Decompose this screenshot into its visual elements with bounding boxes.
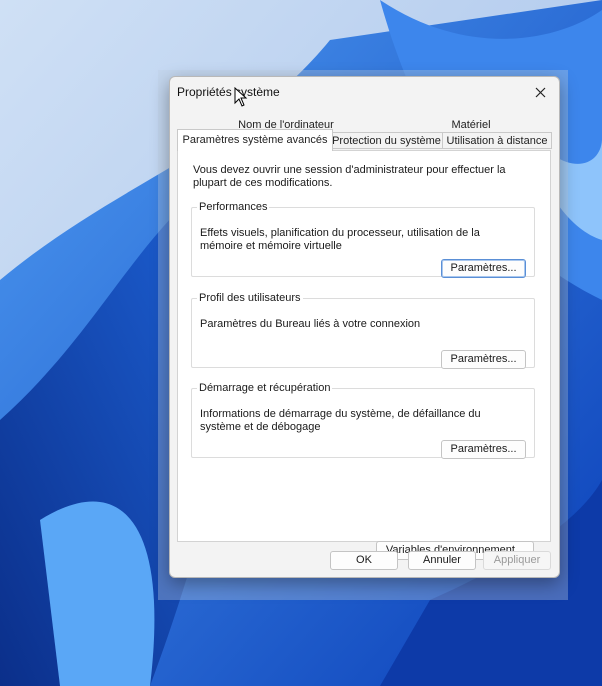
close-icon — [535, 87, 545, 97]
cancel-button[interactable]: Annuler — [408, 551, 476, 570]
performance-legend: Performances — [199, 201, 268, 213]
user-profiles-group: Profil des utilisateurs Paramètres du Bu… — [191, 292, 535, 369]
system-properties-dialog: Propriétés système Nom de l'ordinateur M… — [169, 76, 560, 578]
apply-button[interactable]: Appliquer — [483, 551, 551, 570]
title-bar[interactable]: Propriétés système — [170, 77, 559, 107]
user-profiles-settings-button[interactable]: Paramètres... — [441, 350, 526, 369]
dialog-title: Propriétés système — [177, 85, 280, 99]
tab-remote[interactable]: Utilisation à distance — [442, 132, 552, 149]
admin-note: Vous devez ouvrir une session d'administ… — [193, 164, 506, 189]
user-profiles-description: Paramètres du Bureau liés à votre connex… — [200, 318, 421, 330]
user-profiles-legend: Profil des utilisateurs — [199, 292, 301, 304]
performance-description: Effets visuels, planification du process… — [200, 227, 480, 252]
startup-recovery-description: Informations de démarrage du système, de… — [200, 408, 481, 433]
ok-button[interactable]: OK — [330, 551, 398, 570]
advanced-tab-panel: Vous devez ouvrir une session d'administ… — [177, 150, 551, 560]
startup-recovery-group: Démarrage et récupération Informations d… — [191, 382, 535, 459]
mouse-pointer-icon — [234, 87, 248, 107]
performance-group: Performances Effets visuels, planificati… — [191, 201, 535, 278]
startup-recovery-legend: Démarrage et récupération — [199, 382, 331, 394]
performance-settings-button[interactable]: Paramètres... — [441, 259, 526, 278]
close-button[interactable] — [525, 79, 555, 105]
desktop: Propriétés système Nom de l'ordinateur M… — [0, 0, 602, 686]
tab-advanced-settings[interactable]: Paramètres système avancés — [177, 129, 333, 151]
tab-system-protection[interactable]: Protection du système — [329, 132, 444, 149]
startup-recovery-settings-button[interactable]: Paramètres... — [441, 440, 526, 459]
